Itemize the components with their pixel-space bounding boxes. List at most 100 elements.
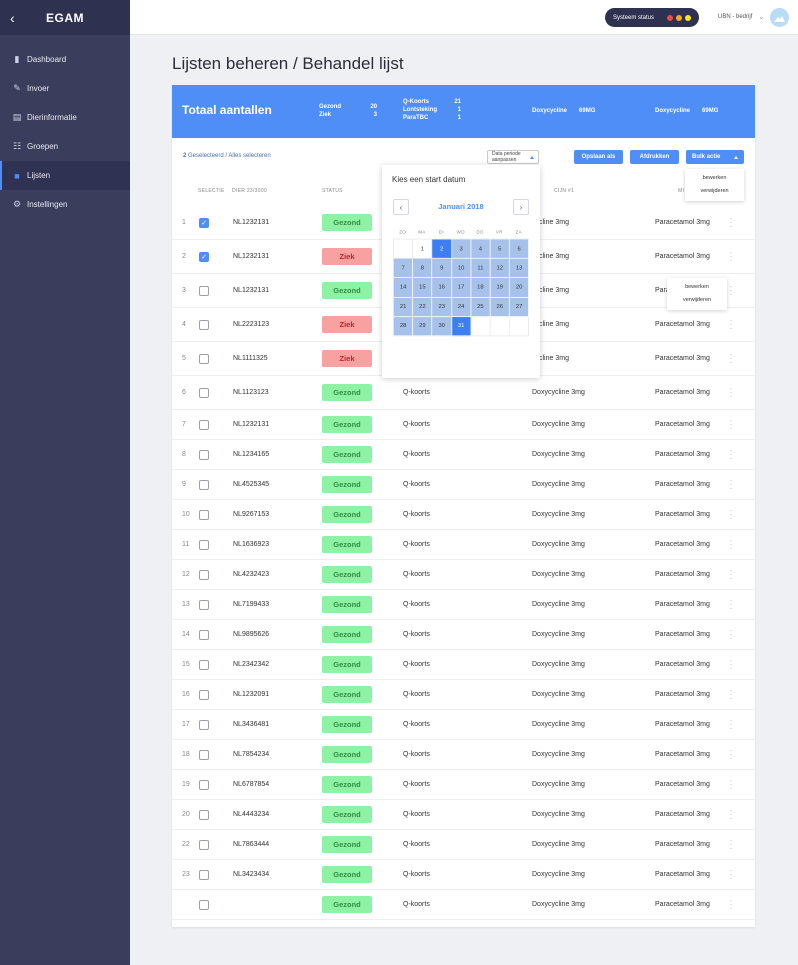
table-row[interactable]: 18 NL7854234 Gezond Q-koorts Doxycycline 3mg… [172,740,755,770]
more-vertical-icon[interactable]: · · · [728,837,734,853]
company-selector[interactable]: UBN - bedrijf ⌄ [718,13,764,21]
table-row[interactable]: 6 NL1123123 Gezond Q-koorts Doxycycline 3mg P… [172,376,755,410]
table-row[interactable]: 11 NL1636923 Gezond Q-koorts Doxycycline 3mg… [172,530,755,560]
calendar-day[interactable]: 30 [432,316,452,337]
row-checkbox[interactable] [199,840,209,850]
calendar-day[interactable]: 26 [490,297,510,317]
more-vertical-icon[interactable]: · · · [728,627,734,643]
sidebar-item-groepen[interactable]: ☷ Groepen [0,132,130,161]
row-checkbox[interactable] [199,810,209,820]
more-vertical-icon[interactable]: · · · [728,717,734,733]
table-row[interactable]: 9 NL4525345 Gezond Q-koorts Doxycycline 3mg P… [172,470,755,500]
row-checkbox[interactable] [199,690,209,700]
table-row[interactable]: 12 NL4232423 Gezond Q-koorts Doxycycline 3mg… [172,560,755,590]
more-vertical-icon[interactable]: · · · [728,385,734,401]
table-row[interactable]: 14 NL9895626 Gezond Q-koorts Doxycycline 3mg… [172,620,755,650]
bulk-action-button[interactable]: Bulk actie [686,150,744,164]
menu-item-edit[interactable]: bewerken [685,172,744,185]
calendar-day[interactable]: 4 [471,239,491,259]
row-checkbox[interactable] [199,420,209,430]
row-checkbox[interactable] [199,870,209,880]
calendar-day[interactable]: 19 [490,278,510,298]
row-checkbox[interactable] [199,750,209,760]
more-vertical-icon[interactable]: · · · [728,283,734,299]
table-row[interactable]: 8 NL1234165 Gezond Q-koorts Doxycycline 3mg P… [172,440,755,470]
sidebar-item-lijsten[interactable]: ■ Lijsten [0,161,130,190]
calendar-day[interactable]: 5 [490,239,510,259]
system-status-pill[interactable]: Systeem status [605,8,699,27]
row-checkbox[interactable] [199,286,209,296]
more-vertical-icon[interactable]: · · · [728,897,734,913]
more-vertical-icon[interactable]: · · · [728,447,734,463]
sidebar-item-invoer[interactable]: ✎ Invoer [0,74,130,103]
more-vertical-icon[interactable]: · · · [728,807,734,823]
next-month-button[interactable]: › [513,199,529,215]
more-vertical-icon[interactable]: · · · [728,657,734,673]
table-row[interactable]: 15 NL2342342 Gezond Q-koorts Doxycycline 3mg… [172,650,755,680]
row-checkbox[interactable] [199,354,209,364]
more-vertical-icon[interactable]: · · · [728,567,734,583]
calendar-day[interactable]: 25 [471,297,491,317]
calendar-day[interactable]: 29 [413,316,433,337]
calendar-day[interactable]: 28 [393,316,414,337]
more-vertical-icon[interactable]: · · · [728,687,734,703]
calendar-day[interactable]: 6 [509,239,530,259]
table-row[interactable]: 23 NL3423434 Gezond Q-koorts Doxycycline 3mg… [172,860,755,890]
calendar-day[interactable]: 21 [393,297,414,317]
more-vertical-icon[interactable]: · · · [728,597,734,613]
calendar-day[interactable]: 18 [471,278,491,298]
more-vertical-icon[interactable]: · · · [728,537,734,553]
row-checkbox[interactable] [199,450,209,460]
more-vertical-icon[interactable]: · · · [728,417,734,433]
calendar-day[interactable]: 9 [432,258,452,279]
calendar-day[interactable]: 17 [451,278,472,298]
period-select[interactable]: Data periode aanpassen [487,150,539,164]
calendar-day[interactable]: 15 [413,278,433,298]
row-checkbox[interactable]: ✓ [199,252,209,262]
selection-info[interactable]: 2 Geselecteerd / Alles selecteren [183,153,271,159]
table-row[interactable]: 17 NL3436481 Gezond Q-koorts Doxycycline 3mg… [172,710,755,740]
calendar-day[interactable]: 11 [471,258,491,279]
menu-item-delete[interactable]: verwijderen [667,294,727,307]
row-checkbox[interactable] [199,510,209,520]
row-checkbox[interactable] [199,320,209,330]
row-checkbox[interactable]: ✓ [199,218,209,228]
row-checkbox[interactable] [199,480,209,490]
row-checkbox[interactable] [199,630,209,640]
calendar-day[interactable]: 31 [451,316,472,337]
sidebar-item-instellingen[interactable]: ⚙ Instellingen [0,190,130,219]
avatar[interactable] [770,8,789,27]
calendar-day[interactable]: 22 [413,297,433,317]
row-checkbox[interactable] [199,720,209,730]
calendar-day[interactable]: 2 [432,239,452,259]
more-vertical-icon[interactable]: · · · [728,215,734,231]
calendar-day[interactable]: 16 [432,278,452,298]
row-checkbox[interactable] [199,388,209,398]
table-row[interactable]: 19 NL6787854 Gezond Q-koorts Doxycycline 3mg… [172,770,755,800]
more-vertical-icon[interactable]: · · · [728,249,734,265]
row-checkbox[interactable] [199,900,209,910]
row-checkbox[interactable] [199,660,209,670]
more-vertical-icon[interactable]: · · · [728,867,734,883]
row-checkbox[interactable] [199,780,209,790]
more-vertical-icon[interactable]: · · · [728,777,734,793]
calendar-day[interactable]: 8 [413,258,433,279]
sidebar-item-dierinformatie[interactable]: ▤ Dierinformatie [0,103,130,132]
save-as-button[interactable]: Opslaan als [574,150,623,164]
calendar-day[interactable]: 7 [393,258,414,279]
table-row[interactable]: 13 NL7199433 Gezond Q-koorts Doxycycline 3mg… [172,590,755,620]
table-row[interactable]: 7 NL1232131 Gezond Q-koorts Doxycycline 3mg P… [172,410,755,440]
table-row[interactable]: Gezond Q-koorts Doxycycline 3mg Paracetamol… [172,890,755,920]
more-vertical-icon[interactable]: · · · [728,351,734,367]
table-row[interactable]: 10 NL9267153 Gezond Q-koorts Doxycycline 3mg… [172,500,755,530]
more-vertical-icon[interactable]: · · · [728,747,734,763]
sidebar-item-dashboard[interactable]: ▮ Dashboard [0,45,130,74]
row-checkbox[interactable] [199,540,209,550]
calendar-day[interactable]: 13 [509,258,530,279]
calendar-day[interactable]: 27 [509,297,530,317]
menu-item-edit[interactable]: bewerken [667,281,727,294]
print-button[interactable]: Afdrukken [630,150,679,164]
more-vertical-icon[interactable]: · · · [728,477,734,493]
calendar-day[interactable]: 10 [451,258,472,279]
calendar-day[interactable]: 23 [432,297,452,317]
